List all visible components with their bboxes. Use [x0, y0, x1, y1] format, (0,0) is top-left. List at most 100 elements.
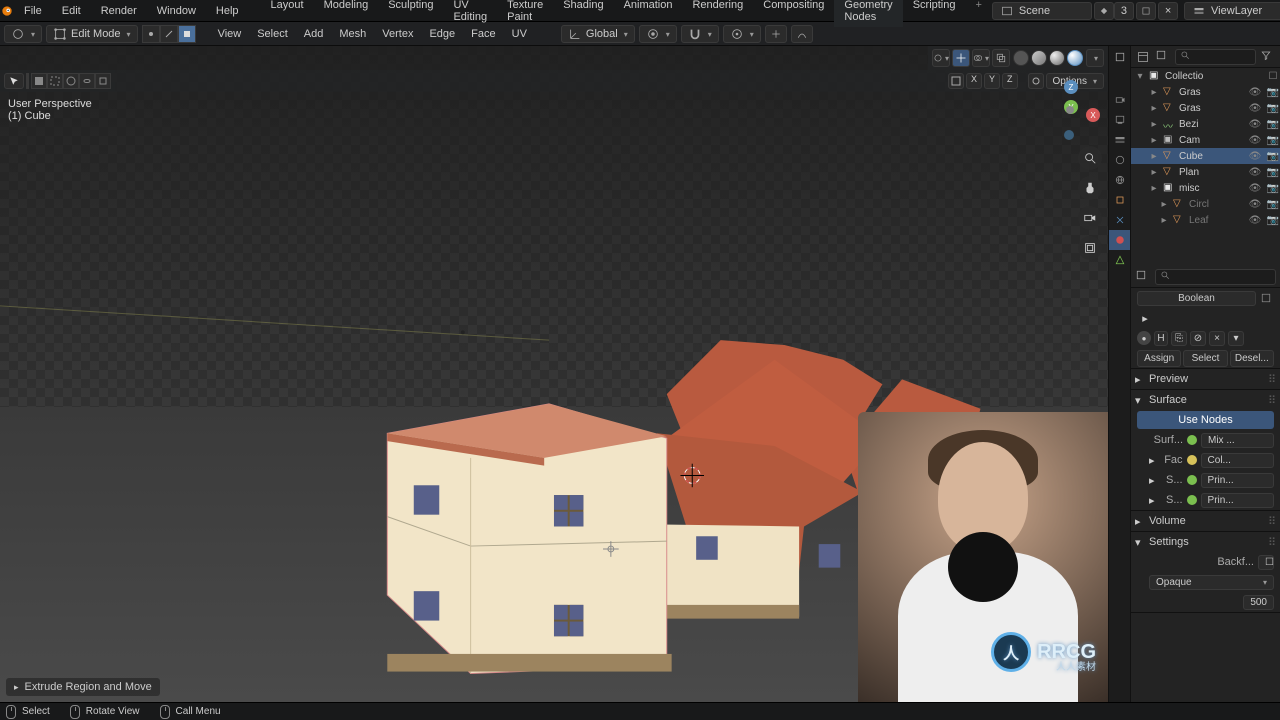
node-socket-icon[interactable]: [1187, 435, 1197, 445]
pivot-dropdown[interactable]: [639, 25, 677, 43]
extra-tool-1[interactable]: [765, 25, 787, 43]
outliner-row[interactable]: ▸▽Gras👁📷: [1131, 84, 1280, 100]
slot-btn-1[interactable]: ⎘: [1171, 331, 1187, 346]
outliner-editor-type[interactable]: [1135, 49, 1151, 65]
tab-geometry-nodes[interactable]: Geometry Nodes: [834, 0, 902, 27]
chevron-right-icon[interactable]: ▸: [1149, 494, 1155, 507]
extra-tool-2[interactable]: [791, 25, 813, 43]
panel-settings[interactable]: ▾ Settings ⠿: [1131, 532, 1280, 552]
row-surface-value[interactable]: Mix ...: [1201, 433, 1274, 448]
disable-render-toggle[interactable]: 📷: [1266, 151, 1280, 162]
chevron-right-icon[interactable]: ▸: [1149, 474, 1155, 487]
exclude-toggle[interactable]: ☐: [1266, 71, 1280, 82]
gizmo-z-axis[interactable]: Z: [1064, 80, 1078, 94]
show-overlays-toggle[interactable]: [972, 49, 990, 67]
expand-icon[interactable]: ▸: [1159, 199, 1169, 210]
hide-viewport-toggle[interactable]: 👁: [1248, 199, 1262, 210]
menu-window[interactable]: Window: [147, 1, 206, 21]
prop-editor-type[interactable]: [1109, 46, 1130, 68]
menu-edit[interactable]: Edit: [52, 1, 91, 21]
outliner-row[interactable]: ▸▽Circl👁📷: [1131, 196, 1280, 212]
snap-toggle[interactable]: [681, 25, 719, 43]
select-extend[interactable]: [95, 73, 111, 89]
axis-x[interactable]: X: [966, 73, 982, 89]
prop-tab-object[interactable]: [1109, 190, 1130, 210]
add-workspace-button[interactable]: +: [965, 0, 991, 27]
outliner-filter-button[interactable]: [1260, 49, 1276, 64]
blend-mode-dropdown[interactable]: Opaque: [1149, 575, 1274, 590]
shading-options-dropdown[interactable]: [1086, 49, 1104, 67]
use-nodes-button[interactable]: Use Nodes: [1137, 411, 1274, 429]
tab-rendering[interactable]: Rendering: [682, 0, 753, 27]
hide-viewport-toggle[interactable]: 👁: [1248, 103, 1262, 114]
expand-icon[interactable]: ▸: [1149, 167, 1159, 178]
outliner-row[interactable]: ▸〰Bezi👁📷: [1131, 116, 1280, 132]
hide-viewport-toggle[interactable]: 👁: [1248, 87, 1262, 98]
outliner-row[interactable]: ▸▣Cam👁📷: [1131, 132, 1280, 148]
select-menu[interactable]: Select: [251, 28, 294, 40]
outliner-row[interactable]: ▸▽Leaf👁📷: [1131, 212, 1280, 228]
prop-tab-output[interactable]: [1109, 110, 1130, 130]
menu-help[interactable]: Help: [206, 1, 249, 21]
last-operator-panel[interactable]: ▸ Extrude Region and Move: [6, 678, 160, 696]
show-gizmo-toggle[interactable]: [952, 49, 970, 67]
face-menu[interactable]: Face: [465, 28, 501, 40]
outliner-row[interactable]: ▸▽Cube👁📷: [1131, 148, 1280, 164]
vg-deselect-button[interactable]: Desel...: [1230, 350, 1274, 367]
outliner-row[interactable]: ▸▽Plan👁📷: [1131, 164, 1280, 180]
outliner-search[interactable]: [1175, 49, 1256, 65]
row-s1-value[interactable]: Prin...: [1201, 473, 1274, 488]
scene-pin-button[interactable]: [1094, 2, 1114, 20]
row-s2-value[interactable]: Prin...: [1201, 493, 1274, 508]
node-socket-icon[interactable]: [1187, 475, 1197, 485]
prop-tab-render[interactable]: [1109, 90, 1130, 110]
shading-rendered[interactable]: [1067, 50, 1083, 66]
viewlayer-field[interactable]: ViewLayer: [1184, 2, 1280, 20]
scene-new-button[interactable]: [1136, 2, 1156, 20]
expand-icon[interactable]: ▸: [1149, 135, 1159, 146]
proportional-edit-toggle[interactable]: [723, 25, 761, 43]
uv-menu[interactable]: UV: [506, 28, 533, 40]
expand-icon[interactable]: ▸: [1149, 119, 1159, 130]
slot-btn-2[interactable]: ⊘: [1190, 331, 1206, 346]
vg-assign-button[interactable]: Assign: [1137, 350, 1181, 367]
slot-letter[interactable]: H: [1154, 331, 1168, 346]
backface-toggle[interactable]: ☐: [1258, 555, 1274, 570]
select-circle[interactable]: [63, 73, 79, 89]
outliner-row[interactable]: ▸▣misc👁📷: [1131, 180, 1280, 196]
disable-render-toggle[interactable]: 📷: [1266, 135, 1280, 146]
outliner-row-root[interactable]: ▾ ▣ Collectio ☐: [1131, 68, 1280, 84]
grip-icon[interactable]: ⠿: [1268, 536, 1276, 549]
mesh-display-button[interactable]: [932, 49, 950, 67]
hide-viewport-toggle[interactable]: 👁: [1248, 135, 1262, 146]
prop-tab-scene[interactable]: [1109, 150, 1130, 170]
prop-tab-modifier[interactable]: [1109, 210, 1130, 230]
edge-menu[interactable]: Edge: [423, 28, 461, 40]
tool-cursor[interactable]: [4, 73, 24, 89]
vg-select-button[interactable]: Select: [1183, 350, 1227, 367]
nav-gizmo[interactable]: Z Y X: [1040, 80, 1100, 140]
hide-viewport-toggle[interactable]: 👁: [1248, 119, 1262, 130]
properties-editor-type[interactable]: [1135, 269, 1151, 284]
camera-view-button[interactable]: [1078, 206, 1102, 230]
row-fac-value[interactable]: Col...: [1201, 453, 1274, 468]
expand-icon[interactable]: ▾: [1135, 71, 1145, 82]
expand-icon[interactable]: ▸: [1149, 151, 1159, 162]
slot-menu-button[interactable]: [1258, 290, 1274, 306]
slot-btn-4[interactable]: ▾: [1228, 331, 1244, 346]
prop-tab-material[interactable]: [1109, 230, 1130, 250]
view3d[interactable]: X Y Z Options User Perspective (1) Cube: [0, 46, 1108, 702]
shading-wireframe[interactable]: [1013, 50, 1029, 66]
select-mode-face[interactable]: [178, 25, 196, 43]
scene-users[interactable]: 3: [1114, 2, 1134, 20]
gizmo-x-axis[interactable]: X: [1086, 108, 1100, 122]
disable-render-toggle[interactable]: 📷: [1266, 103, 1280, 114]
gizmo-negz-axis[interactable]: [1064, 130, 1074, 140]
menu-render[interactable]: Render: [91, 1, 147, 21]
disable-render-toggle[interactable]: 📷: [1266, 215, 1280, 226]
shading-matprev[interactable]: [1049, 50, 1065, 66]
select-mode-vertex[interactable]: [142, 25, 160, 43]
properties-search[interactable]: [1155, 269, 1276, 285]
expand-icon[interactable]: ▸: [1149, 183, 1159, 194]
transform-orientation-dropdown[interactable]: Global: [561, 25, 635, 43]
